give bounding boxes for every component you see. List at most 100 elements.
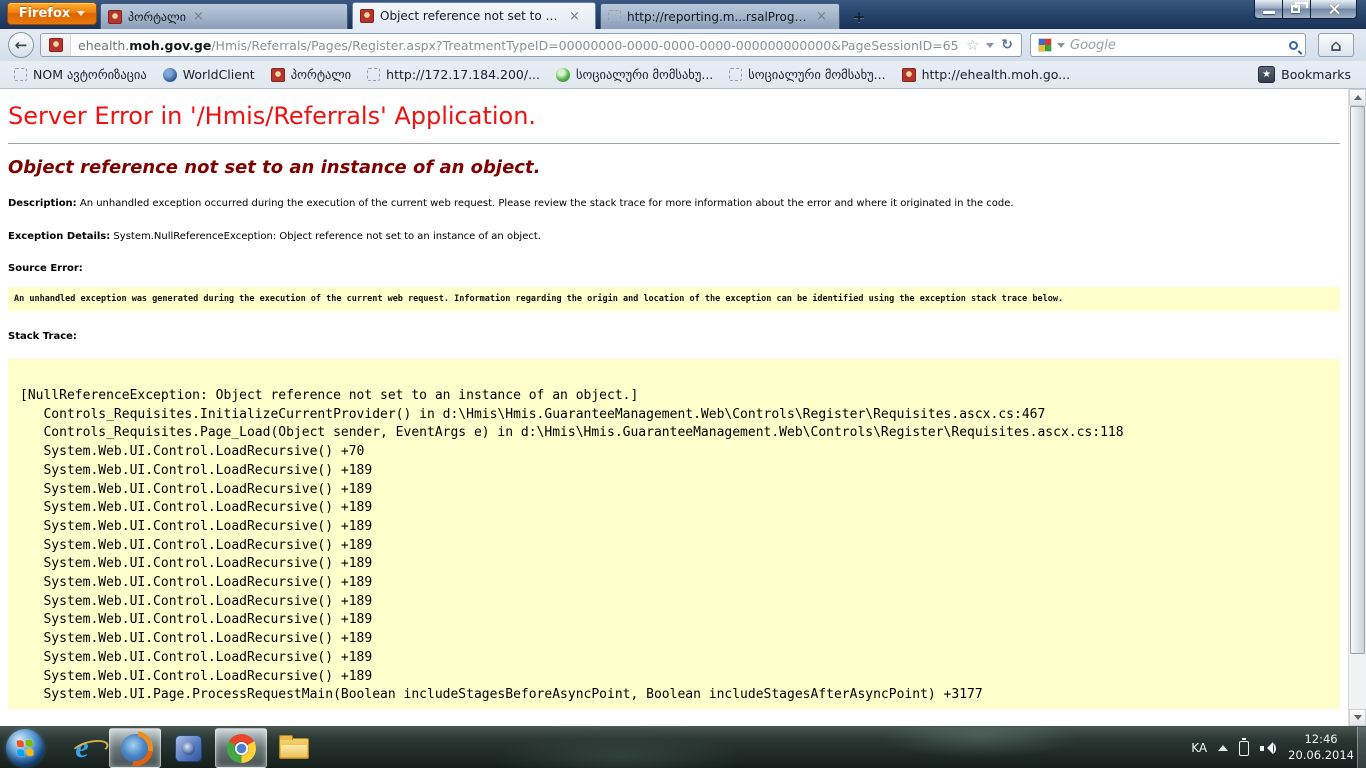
bookmark-star-icon[interactable]: ☆ <box>966 36 979 54</box>
description-text: An unhandled exception occurred during t… <box>77 198 1014 209</box>
globe-icon <box>163 68 177 82</box>
arrow-down-icon <box>1354 715 1362 720</box>
bookmark-label: http://ehealth.moh.go... <box>922 67 1071 82</box>
language-indicator[interactable]: KA <box>1191 741 1207 755</box>
tab-reporting[interactable]: http://reporting.m...rsalPrograms.aspx × <box>600 3 840 29</box>
minimize-button[interactable] <box>1254 0 1283 19</box>
hidden-icons-arrow-icon[interactable] <box>1218 745 1228 751</box>
error-description: Description: An unhandled exception occu… <box>8 197 1340 211</box>
stack-trace-label: Stack Trace: <box>8 331 1340 342</box>
arrow-up-icon <box>1354 95 1362 100</box>
bookmarks-toolbar: NOM ავტორიზაცია WorldClient პორტალი http… <box>0 61 1366 89</box>
bookmark-item-worldclient[interactable]: WorldClient <box>155 64 263 86</box>
firefox-menu-button[interactable]: Firefox <box>7 2 97 25</box>
back-button[interactable]: ← <box>8 32 34 58</box>
site-favicon-icon <box>902 68 916 82</box>
close-button[interactable] <box>1311 0 1357 19</box>
tab-close-icon[interactable]: × <box>815 10 828 23</box>
site-identity-chip[interactable] <box>41 34 71 56</box>
taskbar-chrome[interactable] <box>215 728 267 768</box>
chevron-down-icon <box>77 11 85 16</box>
green-globe-icon <box>556 68 570 82</box>
tab-error-page[interactable]: Object reference not set to an instanc..… <box>352 2 596 29</box>
placeholder-favicon-icon <box>608 10 621 23</box>
restore-icon <box>1291 5 1300 13</box>
stack-trace-line: System.Web.UI.Control.LoadRecursive() +1… <box>20 518 1334 537</box>
url-bar-actions: ☆ ↻ <box>958 36 1021 54</box>
stack-trace-line: System.Web.UI.Control.LoadRecursive() +1… <box>20 630 1334 649</box>
placeholder-favicon-icon <box>14 68 27 81</box>
bookmark-label: NOM ავტორიზაცია <box>33 67 147 82</box>
vertical-scrollbar[interactable] <box>1348 89 1366 726</box>
url-subdomain: ehealth. <box>78 38 129 53</box>
stack-trace-line: System.Web.UI.Control.LoadRecursive() +1… <box>20 462 1334 481</box>
bookmark-item-social-2[interactable]: სოციალური მომსახუ... <box>721 64 893 86</box>
scroll-down-button[interactable] <box>1349 709 1366 726</box>
clock-date: 20.06.2014 <box>1288 748 1354 762</box>
url-bar[interactable]: ehealth.moh.gov.ge/Hmis/Referrals/Pages/… <box>40 33 1022 57</box>
new-tab-button[interactable]: + <box>847 7 871 27</box>
stack-trace-line: System.Web.UI.Control.LoadRecursive() +1… <box>20 481 1334 500</box>
clock-time: 12:46 <box>1304 732 1337 746</box>
taskbar: e KA 12:46 20.06.2014 <box>0 726 1366 768</box>
url-dropdown-icon[interactable] <box>986 43 994 48</box>
firefox-icon <box>121 734 150 763</box>
tab-close-icon[interactable]: × <box>568 10 581 23</box>
tab-strip: პორტალი × Object reference not set to an… <box>100 2 871 29</box>
google-engine-icon[interactable] <box>1038 38 1052 52</box>
stack-trace-line: System.Web.UI.Control.LoadRecursive() +1… <box>20 649 1334 668</box>
system-tray: KA 12:46 20.06.2014 <box>1191 727 1354 768</box>
exception-text: System.NullReferenceException: Object re… <box>110 231 541 242</box>
bookmark-item-nom[interactable]: NOM ავტორიზაცია <box>6 64 155 86</box>
home-button[interactable]: ⌂ <box>1318 33 1354 57</box>
taskbar-firefox[interactable] <box>109 728 161 768</box>
show-desktop-button[interactable] <box>1357 727 1366 768</box>
bookmark-item-portal[interactable]: პორტალი <box>263 64 359 86</box>
bookmarks-menu-button[interactable]: ★ Bookmarks <box>1249 66 1360 83</box>
url-domain: moh.gov.ge <box>129 38 211 53</box>
page-title: Server Error in '/Hmis/Referrals' Applic… <box>8 102 1340 130</box>
start-button[interactable] <box>6 729 44 767</box>
stack-trace-line: System.Web.UI.Page.ProcessRequestMain(Bo… <box>20 686 1334 705</box>
titlebar: Firefox პორტალი × Object reference not s… <box>0 0 1366 29</box>
stack-trace-line: System.Web.UI.Control.LoadRecursive() +1… <box>20 574 1334 593</box>
battery-icon[interactable] <box>1239 741 1249 756</box>
reload-icon[interactable]: ↻ <box>1001 37 1013 53</box>
stack-trace-line: System.Web.UI.Control.LoadRecursive() +1… <box>20 499 1334 518</box>
bookmark-label: WorldClient <box>183 67 255 82</box>
clock[interactable]: 12:46 20.06.2014 <box>1288 732 1354 763</box>
exception-label: Exception Details: <box>8 231 110 242</box>
taskbar-internet-explorer[interactable]: e <box>56 728 108 768</box>
back-arrow-icon: ← <box>15 36 28 54</box>
stack-trace-line: [NullReferenceException: Object referenc… <box>20 387 1334 406</box>
source-error-box: An unhandled exception was generated dur… <box>8 287 1340 311</box>
volume-icon[interactable] <box>1260 741 1277 755</box>
stack-trace-line: Controls_Requisites.Page_Load(Object sen… <box>20 424 1334 443</box>
search-magnifier-icon[interactable] <box>1289 41 1298 50</box>
folder-icon <box>279 738 309 759</box>
taskbar-media-app[interactable] <box>162 728 214 768</box>
navigation-toolbar: ← ehealth.moh.gov.ge/Hmis/Referrals/Page… <box>0 29 1366 61</box>
scroll-up-button[interactable] <box>1349 89 1366 106</box>
search-bar[interactable] <box>1030 33 1306 57</box>
bookmark-item-ip[interactable]: http://172.17.184.200/... <box>359 64 548 86</box>
search-engine-dropdown-icon[interactable] <box>1057 43 1065 48</box>
stack-trace-line: Controls_Requisites.InitializeCurrentPro… <box>20 406 1334 425</box>
bookmark-item-ehealth[interactable]: http://ehealth.moh.go... <box>894 64 1079 86</box>
blue-app-icon <box>175 735 202 762</box>
tab-portal[interactable]: პორტალი × <box>100 3 348 29</box>
taskbar-explorer[interactable] <box>268 728 320 768</box>
scrollbar-thumb[interactable] <box>1350 106 1365 654</box>
tab-close-icon[interactable]: × <box>192 10 205 23</box>
search-input[interactable] <box>1070 38 1284 53</box>
taskbar-apps: e <box>56 728 320 768</box>
bookmark-item-social-1[interactable]: სოციალური მომსახუ... <box>548 64 721 86</box>
restore-button[interactable] <box>1283 0 1311 19</box>
bookmark-label: http://172.17.184.200/... <box>386 67 540 82</box>
placeholder-favicon-icon <box>729 68 742 81</box>
site-favicon-icon <box>108 10 122 24</box>
stack-trace-line: System.Web.UI.Control.LoadRecursive() +1… <box>20 537 1334 556</box>
stack-trace-line: System.Web.UI.Control.LoadRecursive() +1… <box>20 668 1334 687</box>
internet-explorer-icon: e <box>75 731 88 765</box>
url-text: ehealth.moh.gov.ge/Hmis/Referrals/Pages/… <box>71 38 958 53</box>
